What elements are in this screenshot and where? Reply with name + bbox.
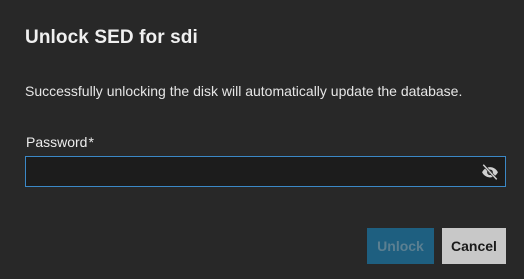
- dialog-message: Successfully unlocking the disk will aut…: [25, 83, 463, 99]
- unlock-sed-dialog: Unlock SED for sdi Successfully unlockin…: [0, 0, 524, 279]
- cancel-button[interactable]: Cancel: [442, 228, 506, 264]
- password-input[interactable]: [26, 157, 466, 186]
- unlock-button[interactable]: Unlock: [367, 228, 434, 264]
- eye-off-icon[interactable]: [480, 162, 500, 181]
- password-field: [25, 156, 506, 187]
- dialog-title: Unlock SED for sdi: [25, 27, 198, 48]
- password-label: Password*: [26, 134, 94, 150]
- required-marker: *: [88, 134, 94, 150]
- password-label-text: Password: [26, 134, 88, 150]
